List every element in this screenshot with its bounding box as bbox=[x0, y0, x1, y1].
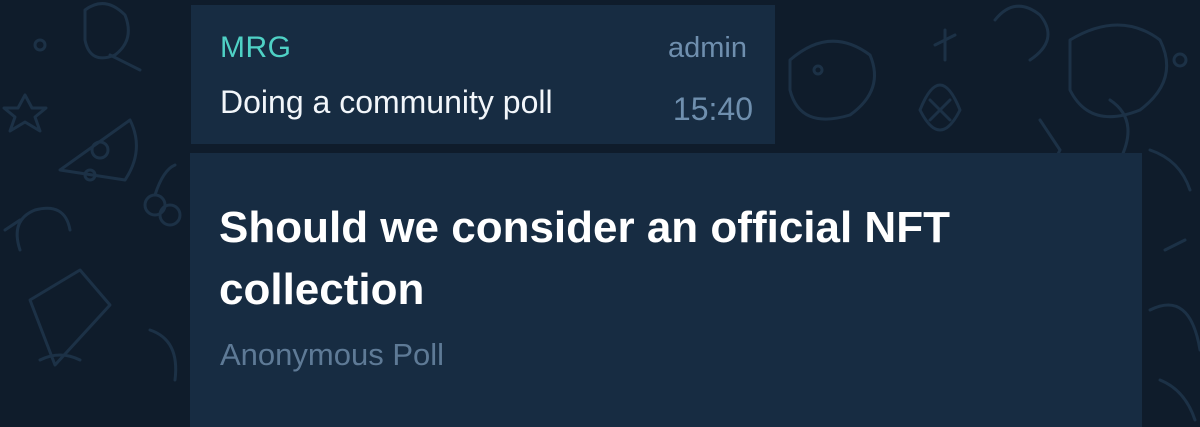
blob-doodle-2 bbox=[1068, 23, 1169, 119]
message-time: 15:40 bbox=[672, 91, 753, 127]
admin-badge: admin bbox=[668, 32, 747, 64]
poll-bubble[interactable]: Should we consider an official NFT colle… bbox=[190, 153, 1142, 427]
fish-doodle bbox=[788, 39, 876, 121]
cake-doodle bbox=[28, 268, 112, 367]
dot-doodle bbox=[33, 38, 47, 52]
pizza-slice-doodle bbox=[58, 118, 138, 182]
cupcake-doodle bbox=[15, 206, 72, 252]
poll-type-label: Anonymous Poll bbox=[220, 337, 445, 372]
star-doodle bbox=[2, 93, 48, 133]
sender-name[interactable]: MRG bbox=[220, 31, 292, 65]
poll-question: Should we consider an official NFT colle… bbox=[219, 203, 950, 314]
pineapple-doodle bbox=[918, 83, 962, 132]
blob-doodle bbox=[83, 2, 130, 60]
leaf-doodle bbox=[993, 4, 1050, 62]
message-text: Doing a community poll bbox=[220, 84, 553, 120]
message-bubble[interactable]: MRG admin Doing a community poll 15:40 bbox=[191, 5, 775, 144]
